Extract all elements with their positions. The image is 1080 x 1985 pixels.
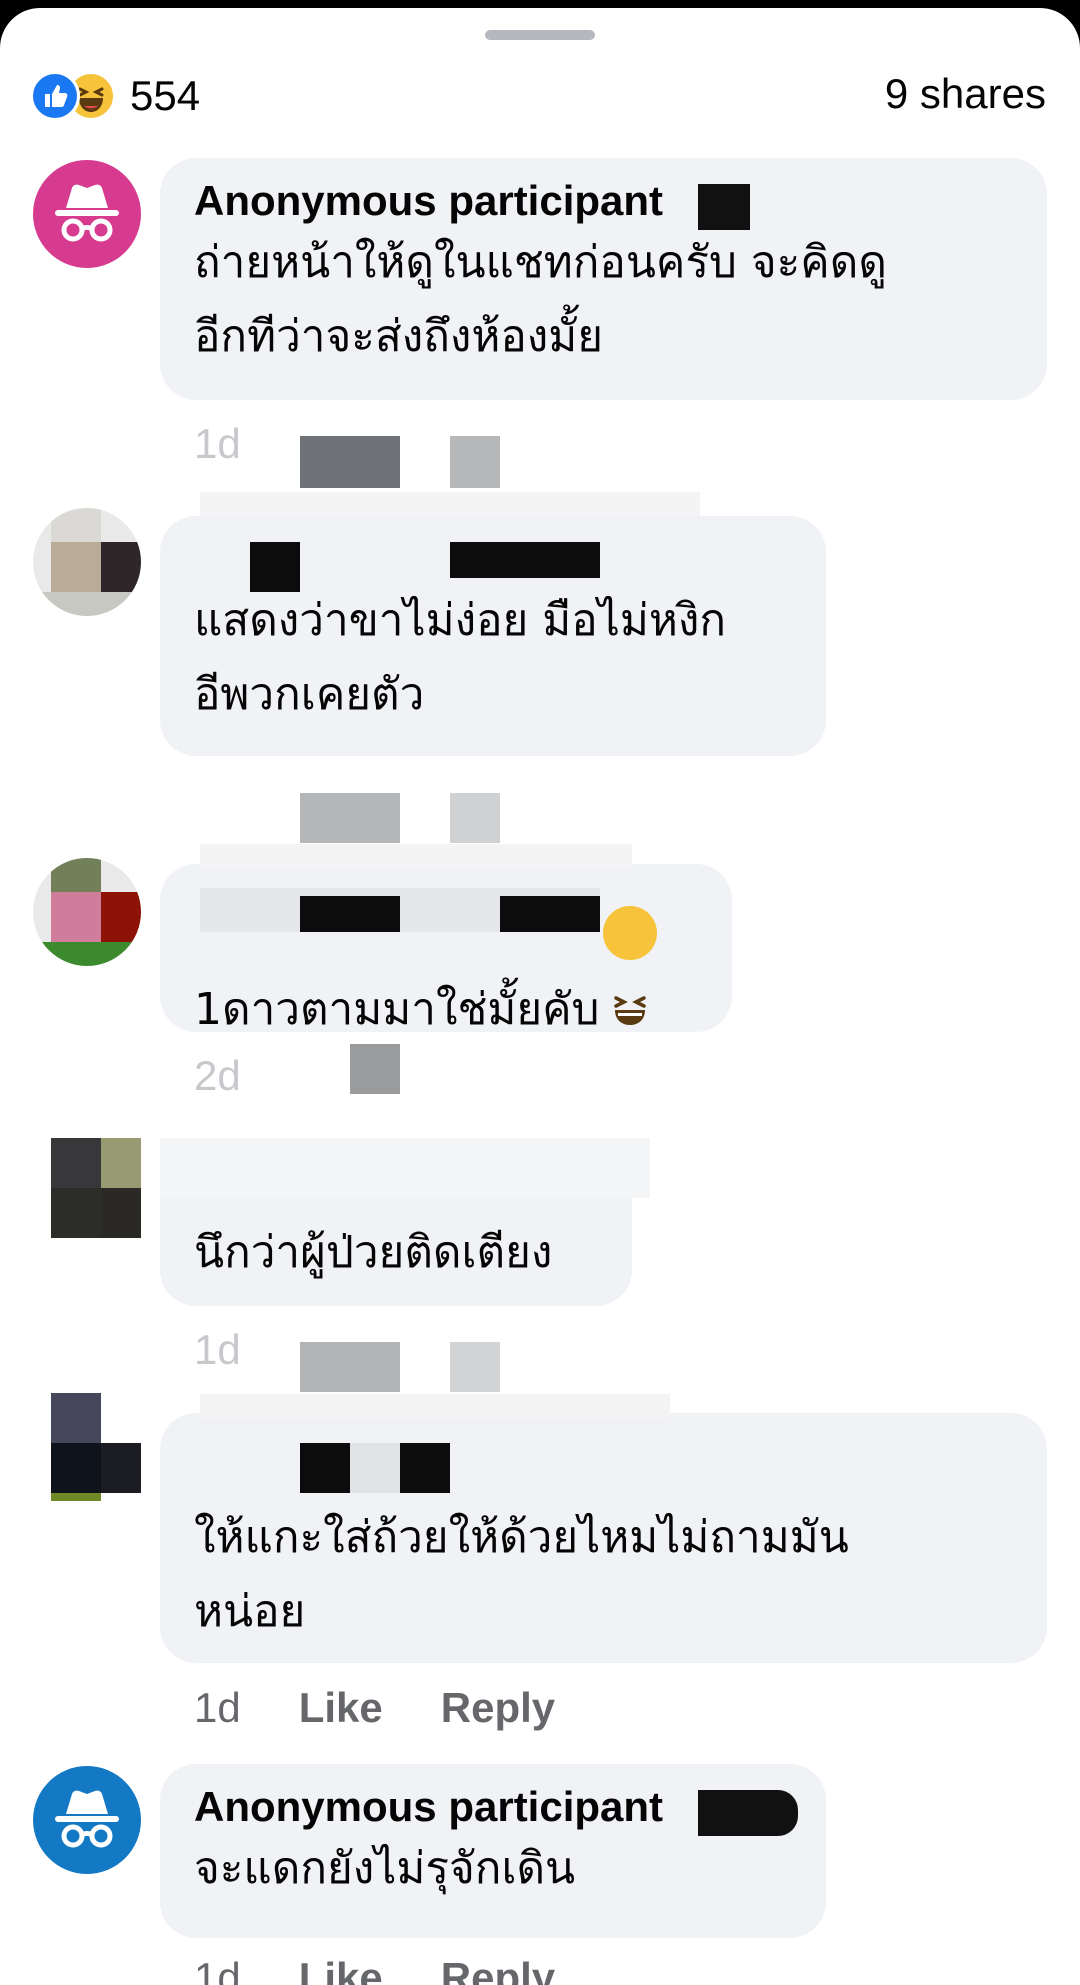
redaction-block: [300, 1443, 350, 1493]
redaction-block: [300, 896, 400, 932]
comment-text-body: 1ดาวตามมาใช่มั้ยคับ: [194, 984, 600, 1035]
redaction-block: [350, 1044, 400, 1094]
comment-meta: 1d Like Reply: [194, 1954, 555, 1985]
comment-text: ให้แกะใส่ถ้วยให้ด้วยไหมไม่ถามมัน หน่อย: [194, 1512, 849, 1637]
redaction-block: [450, 542, 600, 578]
redaction-block: [160, 1138, 650, 1198]
comment-meta: 2d: [194, 1052, 241, 1100]
like-button[interactable]: Like: [299, 1684, 383, 1732]
comment-time: 1d: [194, 420, 241, 467]
comment-time: 1d: [194, 1954, 241, 1985]
comment-text: นึกว่าผู้ป่วยติดเตียง: [194, 1227, 553, 1278]
redaction-block: [300, 436, 400, 488]
drag-handle[interactable]: [485, 30, 595, 40]
comment-author[interactable]: Anonymous participant: [194, 176, 1013, 226]
redaction-block: [450, 436, 500, 488]
redaction-block: [698, 184, 750, 230]
incognito-icon: [55, 1790, 119, 1848]
redaction-block: [500, 896, 600, 932]
reaction-summary[interactable]: 554: [30, 66, 200, 126]
redaction-block: [450, 1342, 500, 1392]
redaction-block: [200, 492, 700, 516]
shares-count[interactable]: 9 shares: [885, 70, 1046, 118]
redaction-block: [300, 793, 400, 843]
comment-time: 1d: [194, 1684, 241, 1731]
redaction-block: [200, 1394, 670, 1418]
comment-text: ถ่ายหน้าให้ดูในแชทก่อนครับ จะคิดดู อีกที…: [194, 237, 887, 362]
comment-meta: 1d: [194, 1326, 241, 1374]
like-icon: [30, 71, 80, 121]
comment-text: จะแดกยังไม่รุจักเดิน: [194, 1843, 576, 1894]
comment-bubble[interactable]: Anonymous participant ถ่ายหน้าให้ดูในแชท…: [160, 158, 1047, 400]
avatar[interactable]: [33, 160, 141, 268]
comment-meta: 1d Like Reply: [194, 1684, 555, 1732]
redaction-block: [698, 1790, 798, 1836]
redaction-block: [450, 793, 500, 843]
avatar[interactable]: [33, 858, 141, 966]
incognito-icon: [55, 184, 119, 242]
comment-time: 1d: [194, 1326, 241, 1373]
avatar[interactable]: [33, 508, 141, 616]
avatar[interactable]: [33, 1766, 141, 1874]
comment-bubble[interactable]: ให้แกะใส่ถ้วยให้ด้วยไหมไม่ถามมัน หน่อย: [160, 1413, 1047, 1663]
reaction-count: 554: [130, 72, 201, 119]
redaction-block: [400, 1443, 450, 1493]
avatar[interactable]: [33, 1138, 141, 1246]
redaction-block: [350, 1443, 400, 1493]
comment-text: แสดงว่าขาไม่ง่อย มือไม่หงิก อีพวกเคยตัว: [194, 595, 726, 720]
comment-time: 2d: [194, 1052, 241, 1099]
redaction-block: [300, 1342, 400, 1392]
like-button[interactable]: Like: [299, 1954, 383, 1985]
avatar[interactable]: [33, 1393, 141, 1501]
redaction-block: [200, 844, 632, 868]
reply-button[interactable]: Reply: [441, 1954, 555, 1985]
redaction-block: [250, 542, 300, 592]
grinning-squinting-face-icon: [603, 906, 658, 1025]
comments-sheet: 554 9 shares Anonymous participant ถ่ายห…: [0, 8, 1080, 1985]
comment-meta: 1d: [194, 420, 241, 468]
reply-button[interactable]: Reply: [441, 1684, 555, 1732]
